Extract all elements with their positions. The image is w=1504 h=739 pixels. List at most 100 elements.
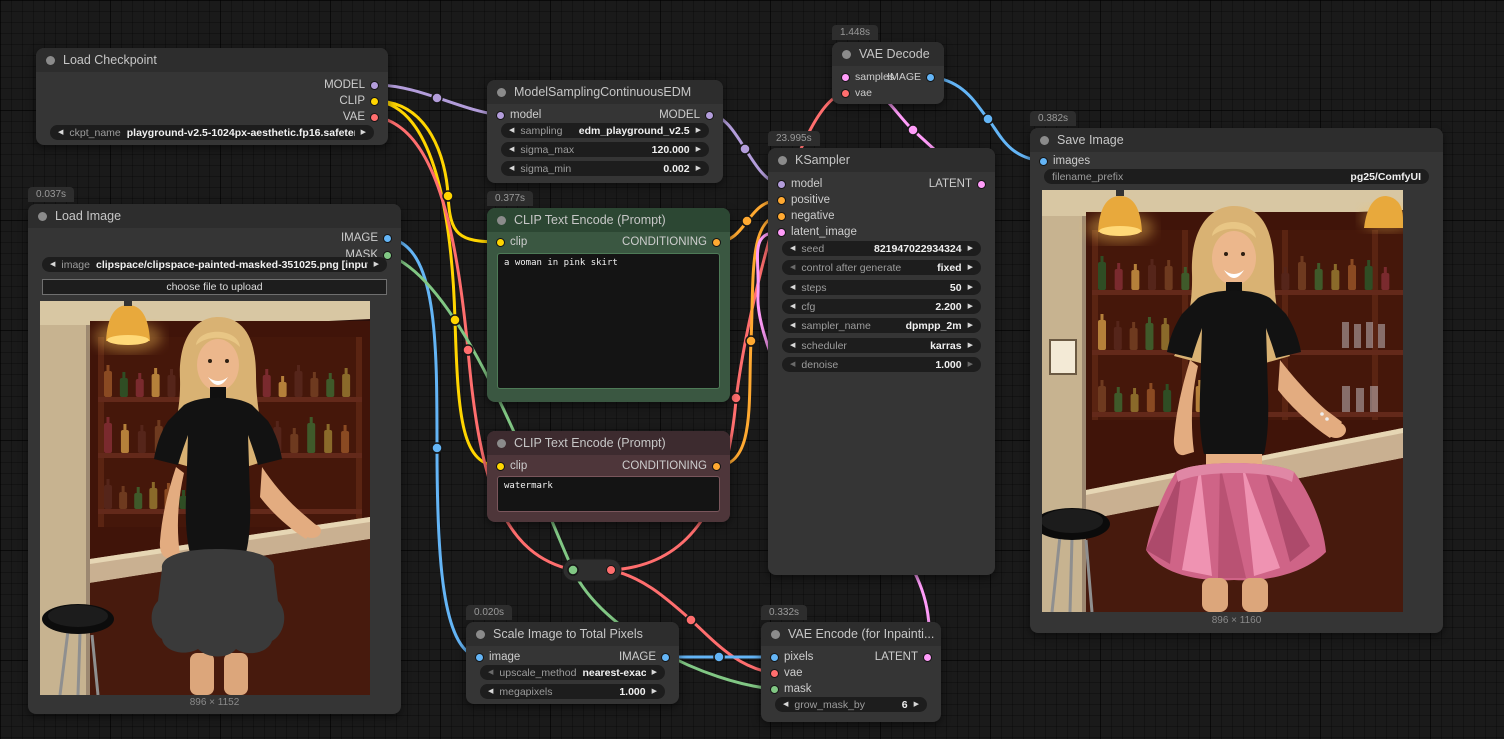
widget-sigma-min[interactable]: ◀ sigma_min 0.002 ▶ (501, 161, 709, 176)
collapse-dot[interactable] (778, 156, 787, 165)
increment-arrow-icon[interactable]: ▶ (696, 165, 701, 172)
next-value-arrow-icon[interactable]: ▶ (652, 669, 657, 676)
increment-arrow-icon[interactable]: ▶ (968, 361, 973, 368)
next-value-arrow-icon[interactable]: ▶ (968, 264, 973, 271)
decrement-arrow-icon[interactable]: ◀ (509, 165, 514, 172)
node-title-bar[interactable]: KSampler (768, 148, 995, 172)
decrement-arrow-icon[interactable]: ◀ (790, 245, 795, 252)
decrement-arrow-icon[interactable]: ◀ (790, 303, 795, 310)
widget-sampler-name[interactable]: ◀ sampler_name dpmpp_2m ▶ (782, 318, 981, 333)
slot-dot-clip[interactable] (496, 238, 505, 247)
widget-filename-prefix[interactable]: filename_prefix pg25/ComfyUI (1044, 169, 1429, 184)
widget-image[interactable]: ◀ image clipspace/clipspace-painted-mask… (42, 257, 387, 272)
node-ksampler[interactable]: 23.995s KSampler model positive negative… (768, 148, 995, 575)
widget-scheduler[interactable]: ◀ scheduler karras ▶ (782, 338, 981, 353)
slot-dot-vae[interactable] (770, 669, 779, 678)
node-title-bar[interactable]: VAE Decode (832, 42, 944, 66)
prev-value-arrow-icon[interactable]: ◀ (488, 669, 493, 676)
slot-dot-image[interactable] (1039, 157, 1048, 166)
slot-dot-conditioning[interactable] (712, 238, 721, 247)
slot-dot-vae[interactable] (370, 113, 379, 122)
node-title-bar[interactable]: Load Image (28, 204, 401, 228)
slot-dot-latent[interactable] (923, 653, 932, 662)
decrement-arrow-icon[interactable]: ◀ (790, 361, 795, 368)
collapse-dot[interactable] (497, 216, 506, 225)
prompt-textarea[interactable]: watermark (497, 476, 720, 512)
widget-sampling[interactable]: ◀ sampling edm_playground_v2.5 ▶ (501, 123, 709, 138)
node-graph-canvas[interactable]: Load Checkpoint MODEL CLIP VAE ◀ ckpt_na… (0, 0, 1504, 739)
collapse-dot[interactable] (842, 50, 851, 59)
slot-dot-image[interactable] (926, 73, 935, 82)
increment-arrow-icon[interactable]: ▶ (914, 701, 919, 708)
increment-arrow-icon[interactable]: ▶ (968, 303, 973, 310)
upload-button[interactable]: choose file to upload (42, 279, 387, 295)
widget-steps[interactable]: ◀ steps 50 ▶ (782, 280, 981, 295)
slot-dot-image[interactable] (770, 653, 779, 662)
collapse-dot[interactable] (771, 630, 780, 639)
node-load-checkpoint[interactable]: Load Checkpoint MODEL CLIP VAE ◀ ckpt_na… (36, 48, 388, 145)
node-title-bar[interactable]: VAE Encode (for Inpainti... (761, 622, 941, 646)
prev-value-arrow-icon[interactable]: ◀ (790, 342, 795, 349)
slot-dot-conditioning[interactable] (777, 212, 786, 221)
collapse-dot[interactable] (1040, 136, 1049, 145)
node-model-sampling[interactable]: ModelSamplingContinuousEDM model MODEL ◀… (487, 80, 723, 183)
collapse-dot[interactable] (476, 630, 485, 639)
node-scale-image[interactable]: 0.020s Scale Image to Total Pixels image… (466, 622, 679, 704)
prev-value-arrow-icon[interactable]: ◀ (790, 322, 795, 329)
widget-megapixels[interactable]: ◀ megapixels 1.000 ▶ (480, 684, 665, 699)
prev-value-arrow-icon[interactable]: ◀ (509, 127, 514, 134)
widget-ckpt-name[interactable]: ◀ ckpt_name playground-v2.5-1024px-aesth… (50, 125, 374, 140)
prev-value-arrow-icon[interactable]: ◀ (50, 261, 55, 268)
node-title-bar[interactable]: CLIP Text Encode (Prompt) (487, 431, 730, 455)
increment-arrow-icon[interactable]: ▶ (968, 284, 973, 291)
widget-seed[interactable]: ◀ seed 821947022934324 ▶ (782, 241, 981, 256)
prev-value-arrow-icon[interactable]: ◀ (58, 129, 63, 136)
node-vae-decode[interactable]: 1.448s VAE Decode samples vae IMAGE (832, 42, 944, 104)
node-title-bar[interactable]: Load Checkpoint (36, 48, 388, 72)
next-value-arrow-icon[interactable]: ▶ (968, 322, 973, 329)
reroute-output-dot[interactable] (607, 566, 616, 575)
slot-dot-model[interactable] (370, 81, 379, 90)
increment-arrow-icon[interactable]: ▶ (968, 245, 973, 252)
next-value-arrow-icon[interactable]: ▶ (696, 127, 701, 134)
decrement-arrow-icon[interactable]: ◀ (783, 701, 788, 708)
collapse-dot[interactable] (38, 212, 47, 221)
node-title-bar[interactable]: ModelSamplingContinuousEDM (487, 80, 723, 104)
node-title-bar[interactable]: Scale Image to Total Pixels (466, 622, 679, 646)
increment-arrow-icon[interactable]: ▶ (652, 688, 657, 695)
node-save-image[interactable]: 0.382s Save Image images filename_prefix… (1030, 128, 1443, 633)
node-load-image[interactable]: 0.037s Load Image IMAGE MASK ◀ image cli… (28, 204, 401, 714)
widget-cfg[interactable]: ◀ cfg 2.200 ▶ (782, 299, 981, 314)
slot-dot-latent[interactable] (977, 180, 986, 189)
node-title-bar[interactable]: Save Image (1030, 128, 1443, 152)
slot-dot-mask[interactable] (770, 685, 779, 694)
slot-dot-latent[interactable] (841, 73, 850, 82)
increment-arrow-icon[interactable]: ▶ (696, 146, 701, 153)
slot-dot-conditioning[interactable] (712, 462, 721, 471)
slot-dot-clip[interactable] (370, 97, 379, 106)
decrement-arrow-icon[interactable]: ◀ (509, 146, 514, 153)
widget-grow-mask-by[interactable]: ◀ grow_mask_by 6 ▶ (775, 697, 927, 712)
slot-dot-model[interactable] (496, 111, 505, 120)
slot-dot-vae[interactable] (841, 89, 850, 98)
prev-value-arrow-icon[interactable]: ◀ (790, 264, 795, 271)
slot-dot-clip[interactable] (496, 462, 505, 471)
decrement-arrow-icon[interactable]: ◀ (790, 284, 795, 291)
next-value-arrow-icon[interactable]: ▶ (968, 342, 973, 349)
collapse-dot[interactable] (46, 56, 55, 65)
collapse-dot[interactable] (497, 88, 506, 97)
node-clip-text-encode-negative[interactable]: CLIP Text Encode (Prompt) clip CONDITION… (487, 431, 730, 522)
slot-dot-latent[interactable] (777, 228, 786, 237)
slot-dot-model[interactable] (777, 180, 786, 189)
node-title-bar[interactable]: CLIP Text Encode (Prompt) (487, 208, 730, 232)
decrement-arrow-icon[interactable]: ◀ (488, 688, 493, 695)
widget-control-after-generate[interactable]: ◀ control after generate fixed ▶ (782, 260, 981, 275)
slot-dot-model[interactable] (705, 111, 714, 120)
widget-denoise[interactable]: ◀ denoise 1.000 ▶ (782, 357, 981, 372)
node-clip-text-encode-positive[interactable]: 0.377s CLIP Text Encode (Prompt) clip CO… (487, 208, 730, 402)
prompt-textarea[interactable]: a woman in pink skirt (497, 253, 720, 389)
slot-dot-image[interactable] (383, 234, 392, 243)
slot-dot-image[interactable] (475, 653, 484, 662)
widget-sigma-max[interactable]: ◀ sigma_max 120.000 ▶ (501, 142, 709, 157)
node-vae-encode-inpainting[interactable]: 0.332s VAE Encode (for Inpainti... pixel… (761, 622, 941, 722)
